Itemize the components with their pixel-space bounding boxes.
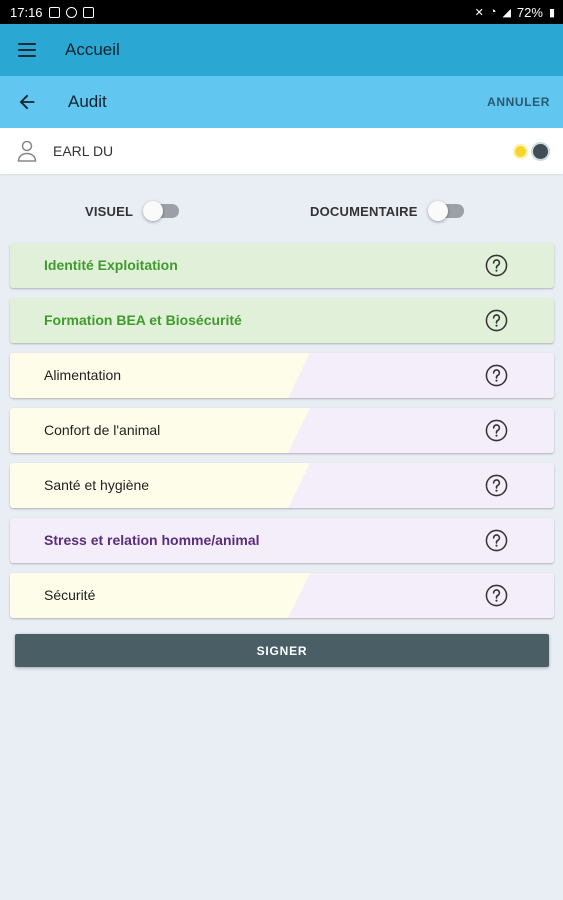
section-alimentation[interactable]: Alimentation xyxy=(10,353,554,398)
status-bar: 17:16 ✕ ◔ ◢ 72% ▮ xyxy=(0,0,563,24)
visuel-label: VISUEL xyxy=(85,203,134,219)
section-label: Confort de l'animal xyxy=(44,422,161,438)
farm-name: EARL DU xyxy=(53,143,114,159)
documentaire-label: DOCUMENTAIRE xyxy=(310,203,418,219)
section-label: Sécurité xyxy=(44,587,96,603)
app-bar: Accueil xyxy=(0,24,563,76)
question-circle-icon[interactable] xyxy=(485,309,508,332)
section-identite-exploitation[interactable]: Identité Exploitation xyxy=(10,243,554,288)
battery-level: 72% xyxy=(516,4,543,20)
sub-bar-title: Audit xyxy=(68,92,107,111)
image-icon xyxy=(48,6,60,18)
yellow-indicator xyxy=(513,143,528,159)
user-icon xyxy=(17,140,37,162)
status-bar-right: ✕ ◔ ◢ 72% ▮ xyxy=(475,5,555,20)
dark-indicator xyxy=(533,143,548,159)
hamburger-icon[interactable] xyxy=(18,43,36,57)
section-label: Alimentation xyxy=(44,367,122,383)
section-confort-animal[interactable]: Confort de l'animal xyxy=(10,408,554,453)
question-circle-icon[interactable] xyxy=(485,474,508,497)
question-circle-icon[interactable] xyxy=(485,364,508,387)
arrow-left-icon[interactable] xyxy=(16,91,38,113)
documentaire-toggle-group: DOCUMENTAIRE xyxy=(310,196,464,226)
cancel-button[interactable]: ANNULER xyxy=(487,95,550,109)
section-label: Stress et relation homme/animal xyxy=(44,532,260,548)
farm-row: EARL DU xyxy=(0,128,563,174)
question-circle-icon[interactable] xyxy=(485,419,508,442)
sync-icon xyxy=(65,6,77,18)
section-sante-hygiene[interactable]: Santé et hygiène xyxy=(10,463,554,508)
question-circle-icon[interactable] xyxy=(485,584,508,607)
sub-bar: Audit ANNULER xyxy=(0,76,563,128)
visuel-toggle-group: VISUEL xyxy=(85,196,180,226)
status-bar-left: 17:16 xyxy=(10,5,94,20)
section-securite[interactable]: Sécurité xyxy=(10,573,554,618)
app-bar-title: Accueil xyxy=(65,40,120,59)
question-circle-icon[interactable] xyxy=(485,254,508,277)
question-circle-icon[interactable] xyxy=(485,529,508,552)
visuel-switch[interactable] xyxy=(143,201,180,221)
battery-icon: ▮ xyxy=(548,6,555,19)
sign-button[interactable]: SIGNER xyxy=(15,634,549,667)
section-label: Identité Exploitation xyxy=(44,257,178,273)
section-label: Formation BEA et Biosécurité xyxy=(44,312,242,328)
section-formation-bea[interactable]: Formation BEA et Biosécurité xyxy=(10,298,554,343)
mute-icon: ✕ xyxy=(474,6,484,19)
signal-icon: ◢ xyxy=(502,6,511,19)
wifi-icon: ◔ xyxy=(489,6,497,18)
documentaire-switch[interactable] xyxy=(427,201,464,221)
section-label: Santé et hygiène xyxy=(44,477,150,493)
section-stress-relation[interactable]: Stress et relation homme/animal xyxy=(10,518,554,563)
status-time: 17:16 xyxy=(10,4,43,20)
app-icon xyxy=(82,6,94,18)
filter-toggles: VISUEL DOCUMENTAIRE xyxy=(0,196,563,226)
